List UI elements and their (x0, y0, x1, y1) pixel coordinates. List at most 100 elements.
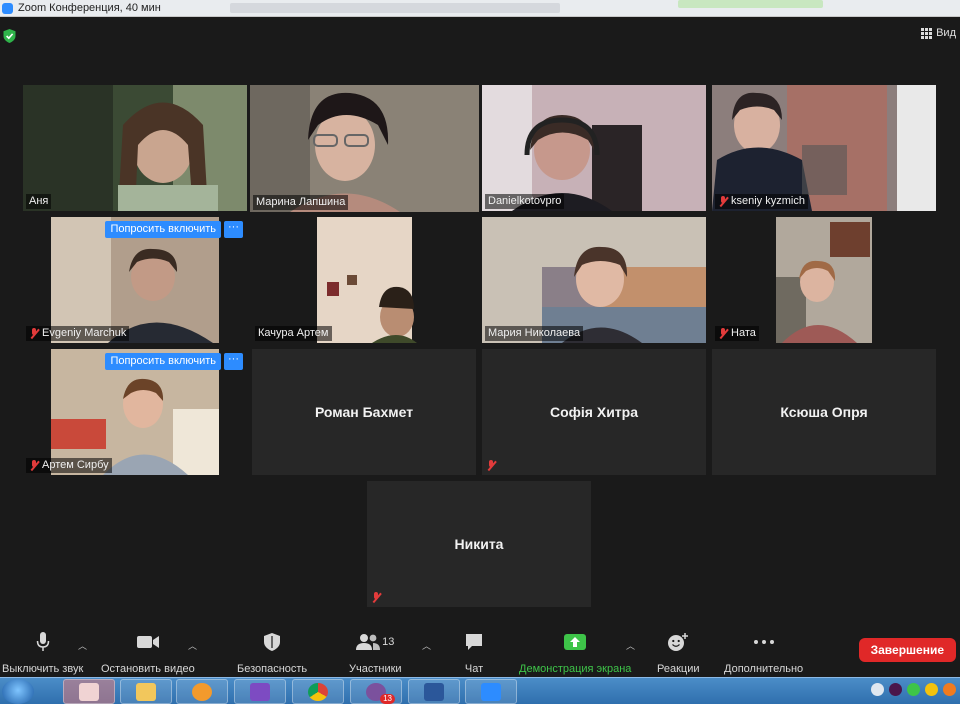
participant-video (482, 85, 706, 211)
meeting-area: Вид Аня Марина Лапшина Danielkotovpro ks… (0, 17, 960, 627)
share-options-chevron-icon[interactable]: ︿ (626, 639, 635, 652)
share-screen-icon (563, 631, 587, 653)
participants-label: Участники (349, 663, 402, 675)
tile-more-options-button[interactable]: ··· (224, 221, 243, 238)
taskbar-app-viber[interactable]: 13 (350, 679, 402, 704)
participant-tile[interactable]: Danielkotovpro (482, 85, 706, 211)
video-options-chevron-icon[interactable]: ︿ (188, 639, 197, 652)
participant-video (250, 85, 479, 212)
muted-mic-icon (371, 592, 381, 603)
view-label: Вид (936, 27, 956, 39)
folder-icon (136, 682, 156, 701)
participants-button[interactable]: 13 Участники (349, 631, 402, 675)
participant-tile-no-video[interactable]: Никита (367, 481, 591, 607)
mute-audio-label: Выключить звук (2, 663, 84, 675)
participant-name-label: Артем Сирбу (26, 458, 112, 473)
participant-tile[interactable]: Ната (712, 217, 936, 343)
zoom-logo-icon (2, 3, 13, 14)
participant-tile[interactable]: Попросить включить ··· Артем Сирбу (23, 349, 247, 475)
chat-button[interactable]: Чат (464, 631, 484, 675)
visual-studio-icon (250, 682, 270, 701)
participant-name-label: kseniy kyzmich (715, 194, 808, 209)
taskbar-app-media[interactable] (176, 679, 228, 704)
participant-video (23, 85, 247, 211)
participant-tile[interactable]: Качура Артем (252, 217, 476, 343)
participants-options-chevron-icon[interactable]: ︿ (422, 639, 431, 652)
taskbar-app-visual-studio[interactable] (234, 679, 286, 704)
participant-tile-no-video[interactable]: Ксюша Опря (712, 349, 936, 475)
ask-to-unmute-button[interactable]: Попросить включить (105, 221, 221, 238)
camera-icon (136, 631, 160, 653)
participant-tile[interactable]: Мария Николаева (482, 217, 706, 343)
windows-taskbar: 13 (0, 677, 960, 704)
participant-tile[interactable]: Аня (23, 85, 247, 211)
stop-video-label: Остановить видео (101, 663, 195, 675)
participant-tile-no-video[interactable]: Софія Хитра (482, 349, 706, 475)
security-label: Безопасность (237, 663, 308, 675)
taskbar-app-paint[interactable] (63, 679, 115, 704)
participant-name: Никита (454, 536, 504, 552)
participant-tile[interactable]: Попросить включить ··· Evgeniy Marchuk (23, 217, 247, 343)
participant-name-label: Danielkotovpro (485, 194, 565, 209)
participant-tile-no-video[interactable]: Роман Бахмет (252, 349, 476, 475)
security-shield-icon[interactable] (3, 29, 16, 43)
participant-name-label: Аня (26, 194, 52, 209)
participant-name-label: Качура Артем (255, 326, 332, 341)
more-button[interactable]: Дополнительно (724, 631, 803, 675)
background-window-tab (678, 0, 823, 8)
grid-icon (921, 27, 933, 39)
tray-check-icon[interactable] (907, 683, 920, 696)
audio-options-chevron-icon[interactable]: ︿ (78, 639, 87, 652)
muted-mic-icon (718, 196, 728, 207)
share-screen-button[interactable]: Демонстрация экрана (519, 631, 631, 675)
participant-name: Ксюша Опря (780, 404, 868, 420)
taskbar-app-chrome[interactable] (292, 679, 344, 704)
participant-video (482, 217, 706, 343)
end-meeting-button[interactable]: Завершение (858, 638, 956, 662)
microphone-icon (36, 631, 50, 653)
tray-shield-icon[interactable] (925, 683, 938, 696)
view-button[interactable]: Вид (921, 27, 956, 39)
meeting-toolbar: Выключить звук ︿ Остановить видео ︿ Безо… (0, 627, 960, 677)
muted-mic-icon (718, 328, 728, 339)
tray-slack-icon[interactable] (889, 683, 902, 696)
participant-video (712, 85, 936, 211)
muted-mic-icon (486, 460, 496, 471)
mute-audio-button[interactable]: Выключить звук (2, 631, 83, 675)
word-icon (424, 682, 444, 701)
muted-mic-icon (29, 460, 39, 471)
shield-icon (263, 631, 281, 653)
participants-icon: 13 (356, 631, 394, 653)
participant-tile[interactable]: kseniy kyzmich (712, 85, 936, 211)
background-window-title (230, 3, 560, 13)
taskbar-app-explorer[interactable] (120, 679, 172, 704)
zoom-app-icon (481, 682, 501, 701)
ask-to-unmute-button[interactable]: Попросить включить (105, 353, 221, 370)
taskbar-app-word[interactable] (408, 679, 460, 704)
participant-video (712, 217, 936, 343)
chat-label: Чат (464, 663, 484, 675)
taskbar-app-zoom[interactable] (465, 679, 517, 704)
participant-name-label: Ната (715, 326, 759, 341)
smiley-icon (667, 631, 689, 653)
participant-video (252, 217, 476, 343)
more-dots-icon (753, 631, 775, 653)
muted-mic-icon (29, 328, 39, 339)
tile-more-options-button[interactable]: ··· (224, 353, 243, 370)
participant-name-label: Evgeniy Marchuk (26, 326, 130, 341)
participant-name: Роман Бахмет (314, 404, 414, 420)
share-screen-label: Демонстрация экрана (519, 663, 632, 675)
tray-orange-icon[interactable] (943, 683, 956, 696)
window-title: Zoom Конференция, 40 мин (18, 2, 161, 14)
more-label: Дополнительно (724, 663, 804, 675)
windows-start-icon[interactable] (2, 679, 34, 704)
tray-minus-icon[interactable] (871, 683, 884, 696)
participant-tile-speaking[interactable]: Марина Лапшина (250, 85, 479, 212)
system-tray (871, 683, 956, 696)
stop-video-button[interactable]: Остановить видео (101, 631, 195, 675)
reactions-button[interactable]: Реакции (657, 631, 700, 675)
security-button[interactable]: Безопасность (237, 631, 307, 675)
paint-app-icon (79, 682, 99, 701)
participants-count: 13 (382, 636, 395, 648)
participant-name-label: Марина Лапшина (253, 195, 349, 210)
